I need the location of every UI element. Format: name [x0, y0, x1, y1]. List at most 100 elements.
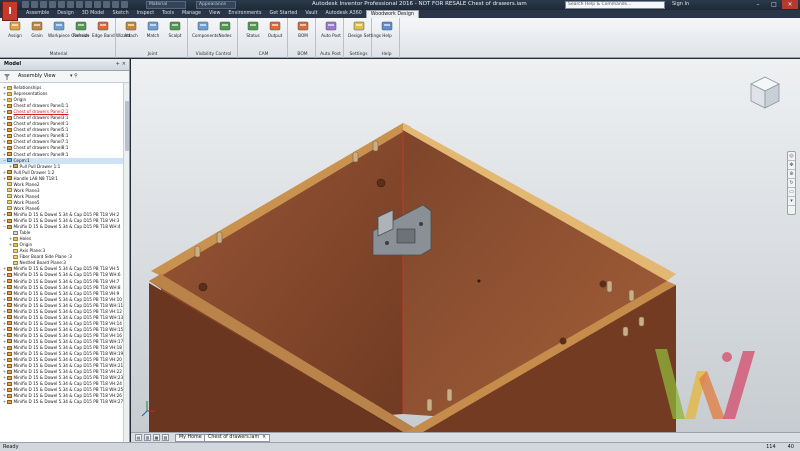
ribbon-button-label: Status	[246, 33, 260, 38]
match-button[interactable]: Match	[142, 20, 164, 38]
design-settings-button[interactable]: Design Settings	[348, 20, 381, 38]
tab-manage[interactable]: Manage	[178, 10, 205, 18]
document-arrange-button[interactable]: ▤	[135, 434, 142, 441]
workpiece-oversize-button[interactable]: Workpiece Oversize	[48, 20, 89, 38]
navbar-menu-icon[interactable]: ▾	[788, 197, 795, 206]
assembly-view-select[interactable]: Assembly View	[18, 73, 56, 79]
tree-row-label: Minifix D 15 & Dowel 5.34 & Cap D15 PB T…	[13, 266, 120, 272]
browser-scrollbar[interactable]	[123, 83, 129, 442]
redo-icon[interactable]	[58, 1, 65, 8]
filter-icon[interactable]	[4, 74, 10, 80]
measure-icon[interactable]	[112, 1, 119, 8]
tree-row-label: Chest of drawers Panel6:1	[13, 133, 69, 139]
open-icon[interactable]	[31, 1, 38, 8]
components-button[interactable]: Components	[192, 20, 219, 38]
tree-row-label: Work Plane2	[13, 181, 40, 187]
ribbon-group-label: Auto Post	[320, 52, 341, 57]
graphics-viewport[interactable]: ◎ ✥ ⊕ ↻ ▭ ▾	[131, 59, 800, 432]
app-menu-button[interactable]: I	[2, 1, 18, 21]
close-button[interactable]: ✕	[782, 0, 798, 9]
refresh-button[interactable]: Refresh	[70, 20, 92, 38]
customize-icon[interactable]	[121, 1, 128, 8]
scalpt-button[interactable]: Scalpt	[164, 20, 186, 38]
tab-autodesk-a360[interactable]: Autodesk A360	[321, 10, 365, 18]
assign-button[interactable]: Assign	[4, 20, 26, 38]
material-dropdown[interactable]: Material	[146, 1, 186, 9]
document-arrange-button[interactable]: ▧	[162, 434, 169, 441]
components-icon	[197, 21, 209, 31]
help-button[interactable]: Help	[376, 20, 398, 38]
document-tab[interactable]: Chest of drawers.iam ×	[204, 434, 271, 442]
part-icon	[7, 121, 12, 126]
part-icon	[13, 164, 18, 169]
tab-sketch[interactable]: Sketch	[108, 10, 132, 18]
part-icon	[7, 218, 12, 223]
status-button[interactable]: Status	[242, 20, 264, 38]
tree-row-label: Minifix D 15 & Dowel 5.34 & Cap D15 PB T…	[13, 308, 122, 314]
browser-tools: + ×	[116, 61, 126, 67]
undo-icon[interactable]	[49, 1, 56, 8]
ribbon-group-settings: Design Settings Settings	[346, 18, 381, 58]
close-tab-icon[interactable]: ×	[262, 435, 266, 440]
save-icon[interactable]	[40, 1, 47, 8]
help-icon	[381, 21, 393, 31]
grain-button[interactable]: Grain	[26, 20, 48, 38]
minimize-button[interactable]: –	[750, 0, 766, 9]
zoom-icon[interactable]: ⊕	[788, 170, 795, 179]
sign-in-link[interactable]: Sign In	[672, 1, 689, 7]
attach-button[interactable]: Attach	[120, 20, 142, 38]
document-arrange-button[interactable]: ▥	[144, 434, 151, 441]
maximize-button[interactable]: □	[766, 0, 782, 9]
output-button[interactable]: Output	[264, 20, 286, 38]
update-icon[interactable]	[85, 1, 92, 8]
tab-environments[interactable]: Environments	[224, 10, 265, 18]
auto-post-button[interactable]: Auto Post	[320, 20, 342, 38]
steering-wheel-icon[interactable]: ◎	[788, 152, 795, 161]
tree-row-label: Minifix D 15 & Dowel 5.34 & Cap D15 PB T…	[13, 345, 122, 351]
viewcube-icon[interactable]	[748, 73, 782, 113]
plane-icon	[13, 248, 18, 253]
tree-row-label: Minifix D 15 & Dowel 5.34 & Cap D15 PB T…	[13, 387, 124, 393]
tab-view[interactable]: View	[205, 10, 224, 18]
tab-woodwork-design[interactable]: Woodwork Design	[365, 10, 419, 18]
home-icon[interactable]	[67, 1, 74, 8]
look-at-icon[interactable]: ▭	[788, 188, 795, 197]
zoom-icon[interactable]	[103, 1, 110, 8]
part-icon	[7, 170, 12, 175]
browser-title: Model	[4, 61, 22, 67]
appearance-dropdown[interactable]: Appearance	[196, 1, 236, 9]
tab-3d-model[interactable]: 3D Model	[78, 10, 109, 18]
binoculars-icon[interactable]: ▾ ⚲	[70, 73, 78, 79]
tab-vault[interactable]: Vault	[301, 10, 321, 18]
print-icon[interactable]	[94, 1, 101, 8]
ribbon-group-label: Help	[381, 52, 392, 57]
document-arrange-button[interactable]: ▦	[153, 434, 160, 441]
pan-icon[interactable]: ✥	[788, 161, 795, 170]
occurrence-count: 114	[766, 444, 776, 450]
bom-button[interactable]: BOM	[292, 20, 314, 38]
help-search-input[interactable]: Search Help & Commands...	[565, 1, 665, 9]
select-icon[interactable]	[76, 1, 83, 8]
tab-get-started[interactable]: Get Started	[266, 10, 302, 18]
ribbon-button-label: Design Settings	[348, 33, 381, 38]
orbit-icon[interactable]: ↻	[788, 179, 795, 188]
tab-tools[interactable]: Tools	[158, 10, 178, 18]
tab-design[interactable]: Design	[53, 10, 78, 18]
scrollbar-thumb[interactable]	[125, 101, 129, 151]
asm-icon	[7, 158, 12, 163]
tree-row-label: Minifix D 15 & Dowel 5.34 & Cap D15 PB T…	[13, 224, 121, 230]
add-panel-button[interactable]: +	[116, 61, 120, 67]
part-icon	[7, 212, 12, 217]
ribbon-button-label: Nodes	[218, 33, 232, 38]
tree-row-label: Chest of drawers Panel3:1	[13, 115, 69, 121]
folder-icon	[7, 97, 12, 102]
edge-band-wizard-button[interactable]: Edge Band Wizard	[92, 20, 130, 38]
tab-assemble[interactable]: Assemble	[22, 10, 53, 18]
new-icon[interactable]	[22, 1, 29, 8]
tree-row[interactable]: + Minifix D 15 & Dowel 5.34 & Cap D15 PB …	[0, 399, 129, 405]
part-icon	[7, 399, 12, 404]
tab-inspect[interactable]: Inspect	[133, 10, 158, 18]
close-panel-button[interactable]: ×	[122, 61, 126, 67]
nodes-button[interactable]: Nodes	[214, 20, 236, 38]
document-tab[interactable]: My Home	[175, 434, 206, 442]
